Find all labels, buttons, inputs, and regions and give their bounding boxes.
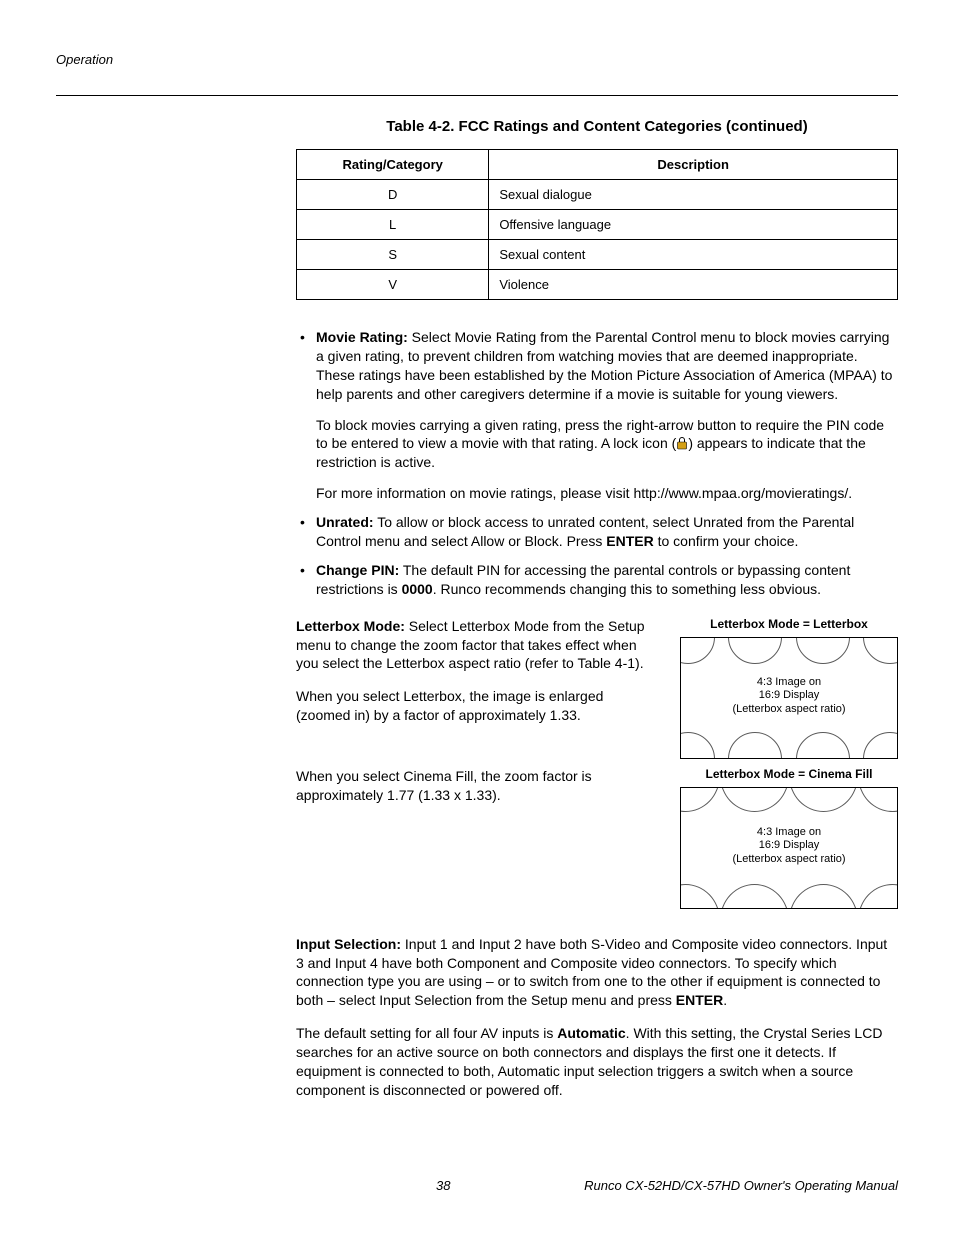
table-cell-desc: Violence [489,270,898,300]
page-number: 38 [436,1178,450,1193]
diagram-label-cinema-fill: Letterbox Mode = Cinema Fill [680,767,898,781]
enter-key: ENTER [676,992,723,1008]
content-column: Table 4-2. FCC Ratings and Content Categ… [296,118,898,1100]
table-cell-cat: D [297,180,489,210]
bullet-label: Movie Rating: [316,329,408,345]
lock-icon [676,436,688,450]
input-selection-para-1: Input Selection: Input 1 and Input 2 hav… [296,935,898,1011]
bullet-change-pin: Change PIN: The default PIN for accessin… [296,561,898,599]
diagram-line: 16:9 Display [759,839,820,851]
pin-value: 0000 [402,581,433,597]
diagram-line: (Letterbox aspect ratio) [732,853,845,865]
section-heading: Input Selection: [296,936,401,952]
diagram-line: 16:9 Display [759,689,820,701]
bullet-sub-paragraph: To block movies carrying a given rating,… [316,416,898,473]
letterbox-para-1: Letterbox Mode: Select Letterbox Mode fr… [296,617,656,674]
table-cell-cat: L [297,210,489,240]
diagram-line: (Letterbox aspect ratio) [732,703,845,715]
manual-title: Runco CX-52HD/CX-57HD Owner's Operating … [584,1178,898,1193]
bullet-label: Change PIN: [316,562,399,578]
letterbox-para-3: When you select Cinema Fill, the zoom fa… [296,767,656,805]
letterbox-diagram-col: Letterbox Mode = Letterbox 4:3 Image on … [680,617,898,759]
bullet-sub-paragraph: For more information on movie ratings, p… [316,484,898,503]
letterbox-para-2: When you select Letterbox, the image is … [296,687,656,725]
bullet-label: Unrated: [316,514,374,530]
ratings-table: Rating/Category Description D Sexual dia… [296,149,898,300]
diagram-line: 4:3 Image on [757,676,821,688]
table-header-row: Rating/Category Description [297,150,898,180]
page: Operation Table 4-2. FCC Ratings and Con… [0,0,954,1235]
running-header: Operation [56,52,898,67]
table-cell-desc: Sexual content [489,240,898,270]
bullet-list: Movie Rating: Select Movie Rating from t… [296,328,898,599]
enter-key: ENTER [606,533,653,549]
section-heading: Letterbox Mode: [296,618,405,634]
letterbox-text-col: When you select Cinema Fill, the zoom fa… [296,767,656,909]
table-cell-desc: Offensive language [489,210,898,240]
letterbox-diagram-col: Letterbox Mode = Cinema Fill 4:3 Image o… [680,767,898,909]
diagram-caption: 4:3 Image on 16:9 Display (Letterbox asp… [732,676,845,717]
table-row: S Sexual content [297,240,898,270]
table-row: L Offensive language [297,210,898,240]
table-title: Table 4-2. FCC Ratings and Content Categ… [296,118,898,135]
header-rule [56,95,898,96]
bullet-unrated: Unrated: To allow or block access to unr… [296,513,898,551]
table-cell-cat: V [297,270,489,300]
diagram-line: 4:3 Image on [757,826,821,838]
input-selection-para-2: The default setting for all four AV inpu… [296,1024,898,1100]
diagram-letterbox: 4:3 Image on 16:9 Display (Letterbox asp… [680,637,898,759]
letterbox-text-col: Letterbox Mode: Select Letterbox Mode fr… [296,617,656,759]
letterbox-section-row-1: Letterbox Mode: Select Letterbox Mode fr… [296,617,898,759]
diagram-label-letterbox: Letterbox Mode = Letterbox [680,617,898,631]
bullet-movie-rating: Movie Rating: Select Movie Rating from t… [296,328,898,503]
text-span: . Runco recommends changing this to some… [433,581,821,597]
table-row: D Sexual dialogue [297,180,898,210]
footer: 38 Runco CX-52HD/CX-57HD Owner's Operati… [56,1178,898,1193]
text-span: The default setting for all four AV inpu… [296,1025,557,1041]
letterbox-section-row-2: When you select Cinema Fill, the zoom fa… [296,767,898,909]
text-span: to confirm your choice. [654,533,799,549]
table-header-category: Rating/Category [297,150,489,180]
table-cell-cat: S [297,240,489,270]
text-span: . [723,992,727,1008]
automatic-label: Automatic [557,1025,625,1041]
diagram-cinema-fill: 4:3 Image on 16:9 Display (Letterbox asp… [680,787,898,909]
table-row: V Violence [297,270,898,300]
diagram-caption: 4:3 Image on 16:9 Display (Letterbox asp… [732,826,845,867]
table-cell-desc: Sexual dialogue [489,180,898,210]
table-header-description: Description [489,150,898,180]
